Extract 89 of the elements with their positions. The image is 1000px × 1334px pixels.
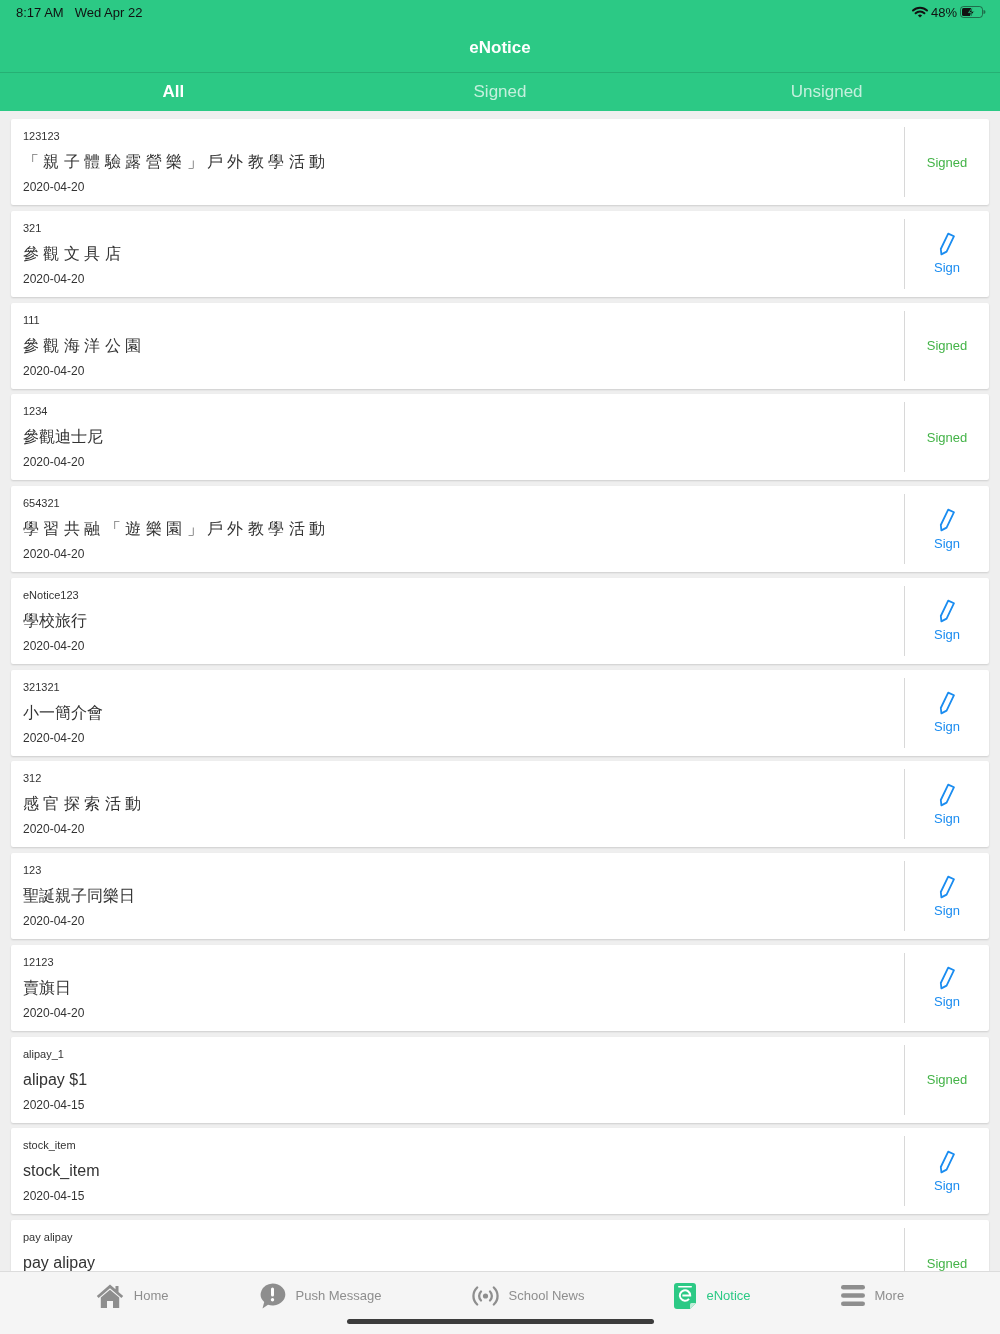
notice-title: 聖誕親子同樂日 (23, 887, 135, 905)
notice-card[interactable]: 12123 賣旗日 2020-04-20 Sign (11, 944, 989, 1031)
pencil-icon (938, 874, 956, 899)
notice-title: pay alipay (23, 1254, 96, 1271)
broadcast-icon (471, 1284, 499, 1307)
notice-card[interactable]: pay alipay pay alipay Signed (11, 1220, 989, 1271)
wifi-icon (911, 6, 928, 18)
sign-button[interactable]: Sign (934, 599, 960, 643)
battery-icon (960, 6, 986, 18)
pencil-icon (938, 1149, 956, 1174)
pencil-icon (938, 782, 956, 807)
tab-bar-item[interactable]: Home (95, 1282, 169, 1309)
sign-button[interactable]: Sign (934, 232, 960, 276)
notice-date: 2020-04-20 (23, 271, 85, 286)
notice-title: alipay $1 (23, 1070, 88, 1089)
notice-code: eNotice123 (23, 587, 79, 602)
notice-date: 2020-04-20 (23, 1005, 85, 1020)
notice-date: 2020-04-20 (23, 822, 85, 837)
notice-title: stock_item (23, 1162, 100, 1181)
notice-title: 參 觀 文 具 店 (23, 244, 121, 263)
pencil-icon (938, 599, 956, 624)
notice-date: 2020-04-20 (23, 180, 85, 194)
notice-card[interactable]: 312 感 官 探 索 活 動 2020-04-20 Sign (11, 761, 989, 848)
notice-code: 654321 (23, 496, 60, 510)
pencil-icon (938, 232, 956, 257)
notice-code: stock_item (23, 1138, 76, 1153)
pencil-icon (938, 691, 956, 715)
notice-code: 321 (23, 220, 42, 235)
notice-title: 參 觀 海 洋 公 園 (23, 336, 142, 355)
notice-code: alipay_1 (23, 1046, 64, 1061)
status-time: 8:17 AM (16, 4, 64, 20)
notice-code: 312 (23, 771, 42, 786)
notice-date: 2020-04-20 (23, 455, 85, 470)
signed-status: Signed (926, 1072, 968, 1087)
page-title: eNotice (469, 38, 531, 58)
notice-title: 參觀迪士尼 (23, 428, 103, 447)
notice-date: 2020-04-15 (23, 1097, 85, 1112)
pencil-icon (938, 966, 956, 991)
speech-bubble-icon (258, 1282, 286, 1309)
notice-date: 2020-04-20 (23, 547, 85, 561)
notice-card[interactable]: eNotice123 學校旅行 2020-04-20 Sign (11, 577, 989, 664)
notice-date: 2020-04-20 (23, 914, 85, 928)
tab-bar-item[interactable]: Push Message (258, 1282, 382, 1309)
notice-date: 2020-04-20 (23, 363, 85, 378)
notice-title: 學 習 共 融 「 遊 樂 園 」 戶 外 教 學 活 動 (23, 520, 326, 538)
tab-bar-item[interactable]: eNotice (674, 1282, 751, 1309)
notice-code: 1234 (23, 404, 48, 419)
sign-button[interactable]: Sign (934, 1149, 960, 1193)
notice-card[interactable]: 321321 小一簡介會 2020-04-20 Sign (11, 669, 989, 756)
signed-status: Signed (926, 154, 968, 170)
tab-bar-item[interactable]: School News (471, 1284, 585, 1307)
notice-title: 賣旗日 (23, 978, 71, 997)
signed-status: Signed (926, 338, 968, 353)
battery-percent: 48% (930, 4, 957, 20)
notice-title: 「 親 子 體 驗 露 營 樂 」 戶 外 教 學 活 動 (23, 153, 326, 171)
notice-date: 2020-04-20 (23, 638, 85, 653)
signed-status: Signed (926, 429, 968, 445)
notice-code: 123 (23, 863, 42, 877)
notice-card[interactable]: 123 聖誕親子同樂日 2020-04-20 Sign (11, 853, 989, 939)
sign-button[interactable]: Sign (934, 782, 960, 826)
notice-date: 2020-04-20 (23, 730, 85, 745)
notice-card[interactable]: 654321 學 習 共 融 「 遊 樂 園 」 戶 外 教 學 活 動 2020-04-20 Sign (11, 486, 989, 572)
notice-date: 2020-04-15 (23, 1189, 85, 1204)
signed-status: Signed (926, 1255, 968, 1271)
menu-icon (840, 1285, 865, 1306)
filter-tab[interactable]: All (152, 73, 195, 111)
sign-button[interactable]: Sign (934, 874, 960, 918)
notice-card[interactable]: 1234 參觀迪士尼 2020-04-20 Signed (11, 394, 989, 481)
notice-card[interactable]: stock_item stock_item 2020-04-15 Sign (11, 1128, 989, 1215)
pencil-icon (938, 507, 956, 532)
notice-title: 學校旅行 (23, 611, 87, 630)
notice-card[interactable]: alipay_1 alipay $1 2020-04-15 Signed (11, 1036, 989, 1123)
sign-button[interactable]: Sign (934, 691, 960, 734)
notice-code: 12123 (23, 954, 54, 969)
notice-title: 小一簡介會 (23, 703, 103, 722)
notice-card[interactable]: 123123 「 親 子 體 驗 露 營 樂 」 戶 外 教 學 活 動 2020-04-20 Signed (11, 119, 989, 205)
notice-card[interactable]: 111 參 觀 海 洋 公 園 2020-04-20 Signed (11, 302, 989, 389)
sign-button[interactable]: Sign (934, 966, 960, 1010)
notice-code: 111 (23, 312, 40, 327)
tab-bar-item[interactable]: More (840, 1285, 905, 1306)
notice-code: pay alipay (23, 1230, 73, 1244)
status-date: Wed Apr 22 (74, 4, 143, 20)
notice-code: 321321 (23, 679, 60, 694)
document-icon (674, 1282, 697, 1309)
notice-title: 感 官 探 索 活 動 (23, 795, 142, 814)
notice-code: 123123 (23, 129, 60, 143)
notice-card[interactable]: 321 參 觀 文 具 店 2020-04-20 Sign (11, 210, 989, 297)
house-icon (95, 1282, 124, 1309)
sign-button[interactable]: Sign (934, 507, 960, 551)
